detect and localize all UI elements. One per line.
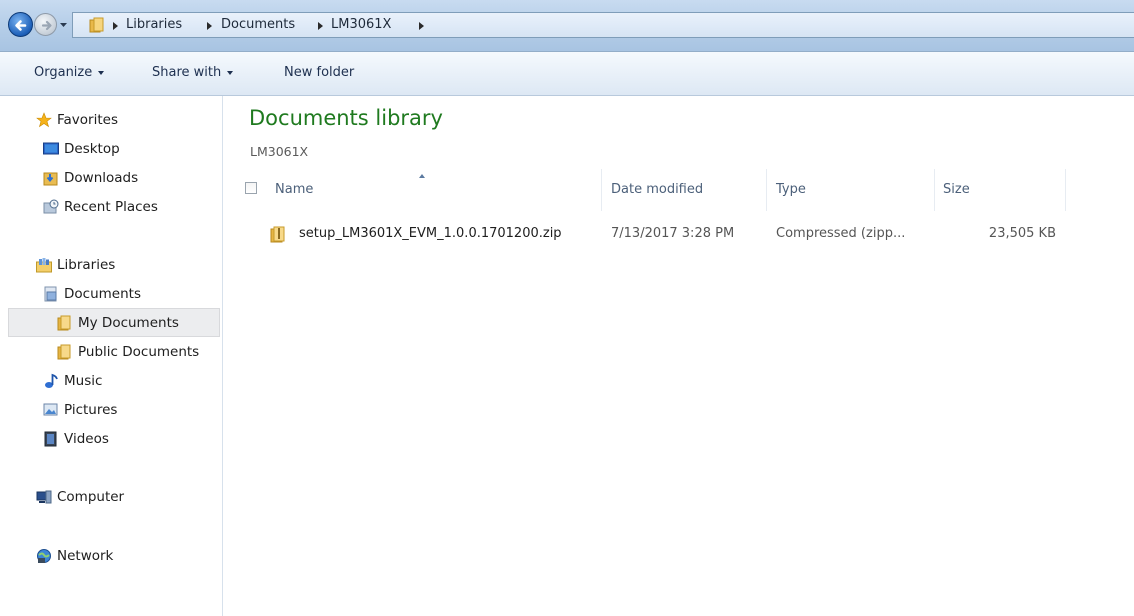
breadcrumb-documents[interactable]: Documents — [221, 17, 295, 32]
recent-pages-dropdown[interactable] — [60, 20, 67, 30]
network-icon — [37, 549, 51, 563]
share-with-menu[interactable]: Share with — [152, 65, 234, 80]
nav-favorites-label: Favorites — [57, 112, 118, 128]
breadcrumb-separator-icon[interactable] — [318, 22, 323, 30]
file-type: Compressed (zipp... — [776, 226, 906, 241]
forward-button[interactable] — [34, 13, 57, 36]
breadcrumb-separator-icon[interactable] — [419, 22, 424, 30]
column-divider[interactable] — [1065, 169, 1066, 211]
column-divider[interactable] — [934, 169, 935, 211]
arrow-left-icon — [15, 20, 27, 31]
nav-pictures-label: Pictures — [64, 402, 118, 418]
organize-menu[interactable]: Organize — [34, 65, 105, 80]
nav-music-label: Music — [64, 373, 103, 389]
column-header-name[interactable]: Name — [275, 169, 313, 211]
computer-icon — [36, 490, 52, 504]
library-subtitle: LM3061X — [250, 144, 309, 159]
pictures-icon — [43, 403, 58, 416]
music-icon — [45, 373, 58, 388]
videos-icon — [44, 431, 57, 447]
command-bar: Organize Share with New folder — [0, 52, 1134, 96]
navigation-pane: Favorites Desktop Downloads Recent Place… — [0, 96, 223, 616]
documents-icon — [44, 286, 57, 302]
nav-videos-label: Videos — [64, 431, 109, 447]
sort-ascending-icon — [419, 174, 425, 178]
library-folder-icon — [89, 17, 104, 33]
breadcrumb-separator-icon[interactable] — [113, 22, 118, 30]
breadcrumb-lm3061x[interactable]: LM3061X — [331, 17, 391, 32]
address-bar-area: Libraries Documents LM3061X — [0, 0, 1134, 52]
select-all-checkbox[interactable] — [245, 182, 257, 194]
back-button[interactable] — [8, 12, 33, 37]
nav-computer-label: Computer — [57, 489, 125, 505]
share-with-label: Share with — [152, 65, 222, 80]
star-icon — [36, 112, 52, 128]
column-header-type[interactable]: Type — [776, 169, 806, 211]
nav-desktop-label: Desktop — [64, 141, 120, 157]
breadcrumb-separator-icon[interactable] — [207, 22, 212, 30]
nav-documents-label: Documents — [64, 286, 141, 302]
zip-folder-icon — [270, 226, 285, 243]
recent-places-icon — [43, 199, 59, 214]
nav-libraries-label: Libraries — [57, 257, 116, 273]
desktop-icon — [43, 142, 59, 155]
chevron-down-icon — [98, 70, 105, 75]
folder-icon — [57, 315, 71, 331]
column-divider[interactable] — [601, 169, 602, 211]
column-header-date-modified[interactable]: Date modified — [611, 169, 703, 211]
address-field[interactable]: Libraries Documents LM3061X — [72, 12, 1134, 38]
file-size: 23,505 KB — [988, 226, 1056, 241]
arrow-right-icon — [41, 20, 52, 31]
nav-network-label: Network — [57, 548, 114, 564]
libraries-icon — [36, 258, 52, 273]
nav-downloads-label: Downloads — [64, 170, 139, 186]
breadcrumb-libraries[interactable]: Libraries — [126, 17, 182, 32]
file-row[interactable]: setup_LM3601X_EVM_1.0.0.1701200.zip 7/13… — [230, 220, 1110, 248]
column-header-size[interactable]: Size — [943, 169, 970, 211]
nav-recent-places-label: Recent Places — [64, 199, 158, 215]
nav-public-documents-label: Public Documents — [78, 344, 200, 360]
nav-my-documents-label: My Documents — [78, 315, 179, 331]
column-divider[interactable] — [766, 169, 767, 211]
organize-label: Organize — [34, 65, 93, 80]
folder-icon — [57, 344, 71, 360]
downloads-folder-icon — [43, 172, 58, 186]
file-date-modified: 7/13/2017 3:28 PM — [611, 226, 735, 241]
column-header-row: Name Date modified Type Size — [230, 169, 1134, 211]
file-name[interactable]: setup_LM3601X_EVM_1.0.0.1701200.zip — [299, 220, 562, 248]
library-title: Documents library — [249, 106, 443, 130]
chevron-down-icon — [227, 70, 234, 75]
new-folder-button[interactable]: New folder — [284, 65, 354, 80]
